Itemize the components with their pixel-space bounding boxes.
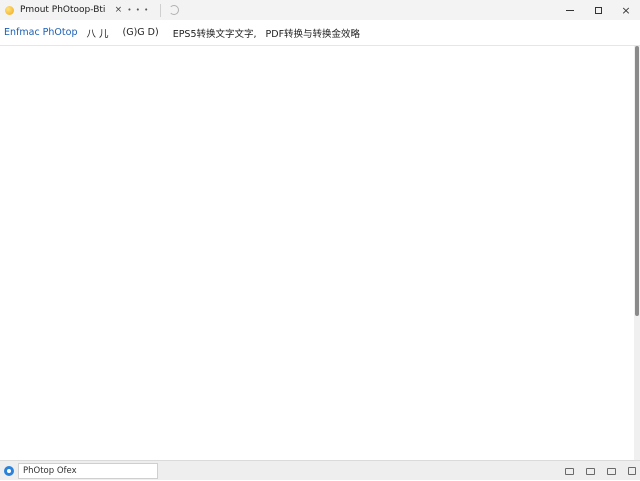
brand-link[interactable]: Enfmac PhOtop [4,27,77,38]
taskbar-search-box[interactable] [18,462,158,479]
app-logo-icon [5,5,14,15]
header-item-2[interactable]: (G)G D) [123,27,159,38]
system-tray [553,461,636,481]
tray-notification-icon[interactable] [628,467,636,475]
tab-divider [160,3,162,17]
window-title-bar: Pmout PhOtoop-Bti × • • • × [0,0,640,20]
tray-window-icon[interactable] [586,467,595,475]
taskbar-search-input[interactable] [23,465,157,476]
document-content-area[interactable] [0,46,634,460]
tab-more-icon[interactable]: • • • [127,6,149,14]
tray-display-icon[interactable] [565,467,574,475]
window-title: Pmout PhOtoop-Bti [20,5,106,15]
close-button[interactable]: × [612,0,640,20]
header-item-3[interactable]: EPS5转换文字文字, [173,26,257,40]
loading-spinner-icon [169,5,180,15]
maximize-button[interactable] [584,0,612,20]
scrollbar-thumb[interactable] [635,46,639,316]
minimize-icon [566,9,574,11]
tray-network-icon[interactable] [607,467,616,475]
taskbar [0,460,640,480]
start-button-icon[interactable] [4,465,14,476]
document-header: Enfmac PhOtop 八 儿 (G)G D) EPS5转换文字文字, PD… [0,20,640,46]
header-item-4[interactable]: PDF转换与转换金效略 [266,26,361,40]
tab-close-icon[interactable]: × [113,4,123,16]
vertical-scrollbar[interactable] [634,46,640,460]
minimize-button[interactable] [556,0,584,20]
maximize-icon [594,6,602,14]
window-controls: × [556,0,640,20]
header-item-1[interactable]: 八 儿 [86,26,108,40]
